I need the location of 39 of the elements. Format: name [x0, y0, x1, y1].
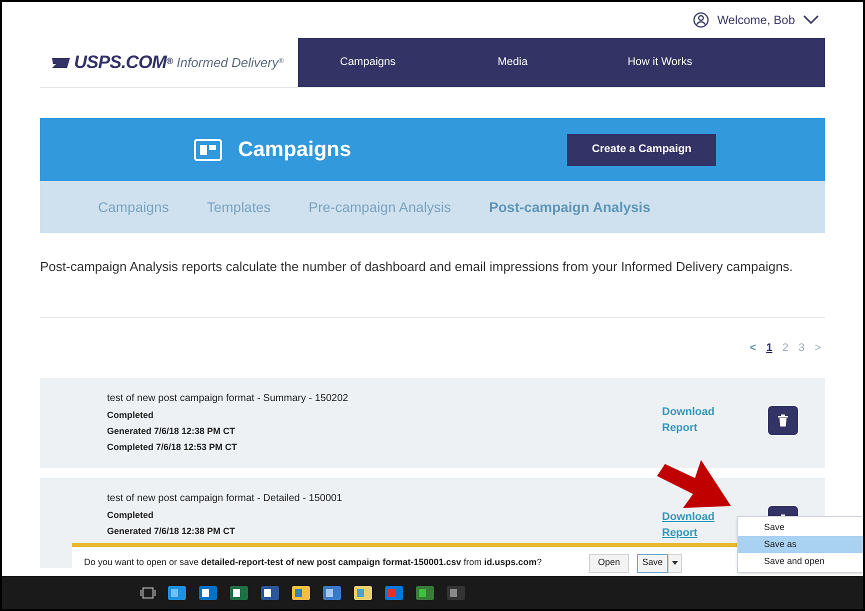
save-button[interactable]: Save — [637, 554, 668, 572]
banner-title: Campaigns — [238, 136, 352, 163]
menu-item[interactable]: Save and open — [738, 553, 863, 570]
menu-item[interactable]: Save — [738, 519, 863, 536]
taskbar-app-icon[interactable] — [353, 584, 373, 602]
menu-item[interactable]: Save as — [738, 536, 863, 553]
taskbar-app-icon[interactable] — [415, 584, 435, 602]
nav-link[interactable]: How it Works — [628, 54, 692, 71]
save-options-button[interactable] — [668, 554, 682, 572]
report-status: Completed — [107, 509, 155, 522]
report-timestamp: Generated 7/6/18 12:38 PM CT — [107, 425, 236, 438]
arrow-icon — [657, 460, 731, 508]
trash-icon — [777, 414, 789, 427]
user-menu[interactable]: Welcome, Bob — [717, 11, 819, 29]
download-prompt: Do you want to open or save detailed-report-test of new post campaign format-150001.csv from id.usps.com? — [84, 556, 543, 570]
logo[interactable]: USPS.COM$^{®}$ Informed Delivery$^{®}$ — [40, 38, 298, 87]
taskbar-app-icon[interactable] — [322, 584, 342, 602]
nav-link[interactable]: Campaigns — [340, 54, 396, 71]
report-status: Completed — [107, 409, 155, 422]
taskbar-app-icon[interactable] — [198, 584, 218, 602]
taskbar-app-icon[interactable] — [260, 584, 280, 602]
open-button[interactable]: Open — [589, 554, 629, 572]
report-timestamp: Generated 7/6/18 12:38 PM CT — [107, 525, 236, 538]
chevron-down-icon — [803, 15, 819, 25]
task-view-icon[interactable] — [140, 586, 156, 600]
taskbar-app-icon[interactable] — [167, 584, 187, 602]
delete-button[interactable] — [768, 406, 798, 435]
nav-link[interactable]: Media — [498, 54, 528, 71]
intro-text: Post-campaign Analysis reports calculate the number of dashboard and email impressions from your Informed Delivery campaigns. — [40, 259, 825, 318]
cards-icon — [194, 138, 222, 160]
page-link[interactable]: 1 — [766, 340, 772, 356]
report-timestamp: Completed 7/6/18 12:53 PM CT — [107, 441, 238, 454]
create-campaign-button[interactable]: Create a Campaign — [567, 134, 716, 166]
taskbar-app-icon[interactable] — [291, 584, 311, 602]
report-title: test of new post campaign format - Detailed - 150001 — [107, 492, 344, 506]
caret-icon — [672, 561, 678, 565]
report-title: test of new post campaign format - Summary - 150202 — [107, 392, 350, 406]
user-icon — [693, 12, 710, 28]
taskbar-app-icon[interactable] — [229, 584, 249, 602]
